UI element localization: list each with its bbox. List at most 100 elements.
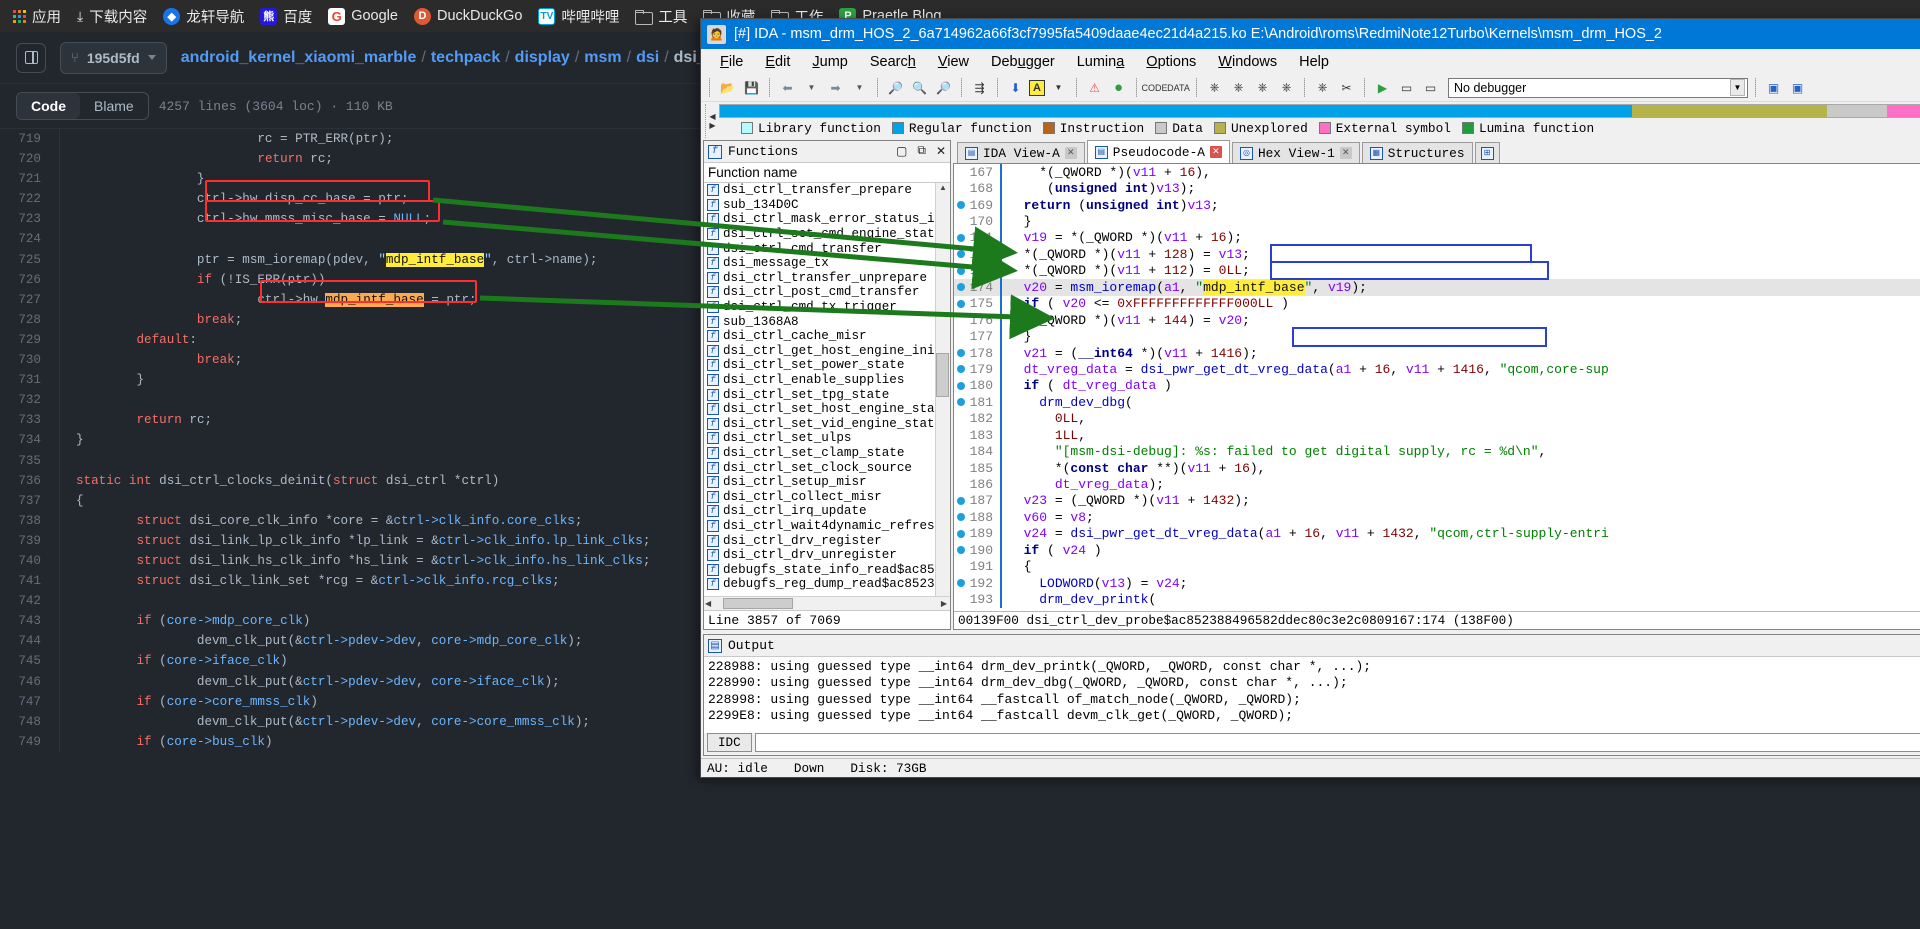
line-source[interactable]: if (core->bus_clk): [60, 735, 272, 749]
function-list-item[interactable]: f sub_1368A8: [704, 314, 950, 329]
function-list-item[interactable]: f dsi_ctrl_set_ulps: [704, 431, 950, 446]
pseudocode-line[interactable]: 175 if ( v20 <= 0xFFFFFFFFFFFFF000LL ): [954, 295, 1920, 312]
back-arrow-icon[interactable]: ⬅: [777, 77, 798, 98]
breakpoint-dot-icon[interactable]: [954, 283, 968, 292]
nav-left-icon[interactable]: ◀: [709, 112, 715, 121]
step-icon-2[interactable]: ⎈: [1228, 77, 1249, 98]
pseudocode-line[interactable]: 178 v21 = (__int64 *)(v11 + 1416);: [954, 344, 1920, 362]
output-log[interactable]: 228988: using guessed type __int64 drm_d…: [704, 657, 1920, 733]
line-source[interactable]: devm_clk_put(&ctrl->pdev->dev, core->mdp…: [60, 634, 583, 648]
function-list-item[interactable]: f dsi_ctrl_wait4dynamic_refresh_do: [704, 519, 950, 534]
run-icon[interactable]: ●: [1108, 77, 1129, 98]
save-icon[interactable]: 💾: [741, 77, 762, 98]
pseudocode-text[interactable]: *(const char **)(v11 + 16),: [1008, 461, 1266, 476]
function-list-item[interactable]: f dsi_ctrl_cache_misr: [704, 329, 950, 344]
branch-selector[interactable]: ⑂ 195d5fd: [60, 41, 167, 74]
function-list-item[interactable]: f dsi_ctrl_get_host_engine_init_st: [704, 344, 950, 359]
line-number[interactable]: 748: [0, 711, 60, 732]
font-a-icon[interactable]: A: [1029, 79, 1045, 96]
line-number[interactable]: 749: [0, 731, 60, 752]
breadcrumb-dsi[interactable]: dsi: [636, 49, 659, 67]
make-data-icon[interactable]: DATA: [1167, 77, 1190, 98]
line-source[interactable]: }: [60, 172, 205, 186]
line-source[interactable]: rc = PTR_ERR(ptr);: [60, 132, 393, 146]
jump-icon[interactable]: ⇶: [969, 77, 990, 98]
back-dropdown-icon[interactable]: ▼: [801, 77, 822, 98]
pseudocode-text[interactable]: v24 = dsi_pwr_get_dt_vreg_data(a1 + 16, …: [1008, 526, 1609, 541]
line-number[interactable]: 733: [0, 410, 60, 431]
forward-dropdown-icon[interactable]: ▼: [849, 77, 870, 98]
pause-icon-1[interactable]: ▭: [1396, 77, 1417, 98]
menu-jump[interactable]: Jump: [801, 51, 858, 73]
debugger-select[interactable]: No debugger ▼: [1448, 77, 1748, 98]
bookmark-downloads[interactable]: ⤓ 下载内容: [70, 3, 154, 30]
breakpoint-dot-icon[interactable]: [954, 250, 968, 259]
line-number[interactable]: 739: [0, 530, 60, 551]
line-number[interactable]: 731: [0, 370, 60, 391]
line-number[interactable]: 747: [0, 691, 60, 712]
menu-lumina[interactable]: Lumina: [1066, 51, 1136, 73]
ida-window[interactable]: 🙍 [#] IDA - msm_drm_HOS_2_6a714962a66f3c…: [700, 18, 1920, 778]
line-source[interactable]: if (core->iface_clk): [60, 654, 287, 668]
pseudocode-line[interactable]: 176 *(_QWORD *)(v11 + 144) = v20;: [954, 311, 1920, 329]
step-icon-1[interactable]: ⎈: [1204, 77, 1225, 98]
line-number[interactable]: 741: [0, 571, 60, 592]
function-list-item[interactable]: f dsi_ctrl_post_cmd_transfer: [704, 285, 950, 300]
close-icon[interactable]: ✕: [1339, 147, 1352, 159]
function-list-item[interactable]: f dsi_ctrl_drv_unregister: [704, 548, 950, 563]
breakpoint-dot-icon[interactable]: [954, 496, 968, 505]
line-source[interactable]: default:: [60, 333, 196, 347]
function-list-item[interactable]: f dsi_ctrl_set_tpg_state: [704, 387, 950, 402]
menu-view[interactable]: View: [927, 51, 980, 73]
pseudocode-text[interactable]: 0LL,: [1008, 411, 1086, 426]
bookmark-duckduckgo[interactable]: D DuckDuckGo: [407, 5, 529, 28]
line-source[interactable]: if (core->mdp_core_clk): [60, 614, 310, 628]
output-panel[interactable]: ▤ Output 228988: using guessed type __in…: [703, 634, 1920, 756]
function-list-item[interactable]: f dsi_ctrl_irq_update: [704, 504, 950, 519]
pseudocode-text[interactable]: drm_dev_dbg(: [1008, 395, 1133, 410]
close-icon[interactable]: ✕: [1209, 146, 1222, 158]
forward-arrow-icon[interactable]: ➡: [825, 77, 846, 98]
navband-arrows[interactable]: ◀ ▶: [705, 104, 719, 138]
pseudocode-line[interactable]: 170 }: [954, 213, 1920, 230]
functions-hscroll-thumb[interactable]: [723, 598, 794, 609]
warning-icon[interactable]: ⚠: [1084, 77, 1105, 98]
sidebar-toggle-button[interactable]: [16, 42, 46, 73]
line-number[interactable]: 725: [0, 249, 60, 270]
navigator-band[interactable]: [719, 104, 1920, 118]
function-list-item[interactable]: f dsi_ctrl_set_vid_engine_state: [704, 417, 950, 432]
pseudocode-line[interactable]: 193 drm_dev_printk(: [954, 591, 1920, 608]
step-icon-3[interactable]: ⎈: [1252, 77, 1273, 98]
pseudocode-text[interactable]: v60 = v8;: [1008, 510, 1094, 525]
pseudocode-line[interactable]: 174 v20 = msm_ioremap(a1, "mdp_intf_base…: [954, 279, 1920, 296]
pseudocode-line[interactable]: 168 (unsigned int)v13);: [954, 180, 1920, 197]
breadcrumb-techpack[interactable]: techpack: [431, 49, 500, 67]
breakpoint-dot-icon[interactable]: [954, 398, 968, 407]
ida-title-bar[interactable]: 🙍 [#] IDA - msm_drm_HOS_2_6a714962a66f3c…: [701, 19, 1920, 49]
pseudocode-line[interactable]: 190 if ( v24 ): [954, 542, 1920, 559]
functions-panel[interactable]: f Functions ▢ ⧉ ✕ Function name f dsi_ctr…: [703, 140, 951, 630]
menu-file[interactable]: File: [709, 51, 754, 73]
breakpoint-dot-icon[interactable]: [954, 233, 968, 242]
make-code-icon[interactable]: CODE: [1142, 77, 1168, 98]
pseudocode-line[interactable]: 188 v60 = v8;: [954, 509, 1920, 526]
line-number[interactable]: 719: [0, 129, 60, 150]
font-dropdown-icon[interactable]: ▼: [1048, 77, 1069, 98]
pseudocode-text[interactable]: 1LL,: [1008, 428, 1086, 443]
pseudocode-text[interactable]: drm_dev_printk(: [1008, 592, 1156, 607]
function-list-item[interactable]: f dsi_ctrl_cmd_transfer: [704, 241, 950, 256]
breakpoint-dot-icon[interactable]: [954, 349, 968, 358]
pseudocode-text[interactable]: v19 = *(_QWORD *)(v11 + 16);: [1008, 230, 1242, 245]
line-source[interactable]: ctrl->hw.mdp_intf_base = ptr;: [60, 292, 477, 307]
pseudocode-text[interactable]: dt_vreg_data = dsi_pwr_get_dt_vreg_data(…: [1008, 362, 1609, 377]
pseudocode-text[interactable]: if ( v20 <= 0xFFFFFFFFFFFFF000LL ): [1008, 296, 1289, 311]
line-source[interactable]: break;: [60, 353, 242, 367]
maximize-icon[interactable]: ▢: [896, 144, 907, 159]
function-list-item[interactable]: f dsi_ctrl_mask_error_status_inter: [704, 212, 950, 227]
pseudocode-line[interactable]: 169 return (unsigned int)v13;: [954, 196, 1920, 214]
breakpoint-dot-icon[interactable]: [954, 299, 968, 308]
line-source[interactable]: devm_clk_put(&ctrl->pdev->dev, core->cor…: [60, 715, 590, 729]
pseudocode-text[interactable]: return (unsigned int)v13;: [1008, 198, 1219, 213]
pseudocode-text[interactable]: v23 = (_QWORD *)(v11 + 1432);: [1008, 493, 1250, 508]
menu-options[interactable]: Options: [1135, 51, 1207, 73]
